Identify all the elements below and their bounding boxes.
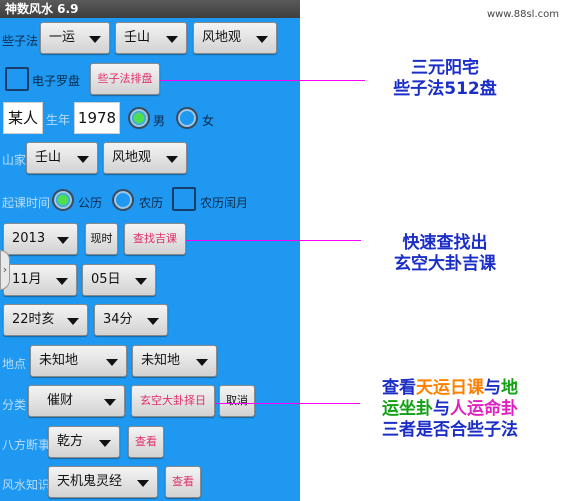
chevron-down-icon bbox=[106, 359, 118, 366]
birth-year-label: 生年 bbox=[46, 113, 71, 127]
hour-value: 22时亥 bbox=[12, 312, 55, 327]
shan-select[interactable]: 壬山 bbox=[115, 22, 187, 54]
direction-value: 乾方 bbox=[57, 434, 84, 449]
category-value: 催财 bbox=[47, 393, 74, 408]
leap-month-label: 农历闰月 bbox=[200, 196, 249, 210]
category-select[interactable]: 催财 bbox=[28, 385, 125, 417]
lunar-radio[interactable] bbox=[112, 189, 134, 211]
compass-checkbox[interactable] bbox=[5, 67, 29, 91]
month-value: 11月 bbox=[12, 272, 42, 287]
book-view-button[interactable]: 查看 bbox=[165, 466, 201, 498]
compass-label: 电子罗盘 bbox=[32, 74, 81, 88]
book-select[interactable]: 天机鬼灵经 bbox=[48, 466, 158, 498]
callout-3-c: 与 bbox=[484, 378, 501, 398]
yun-value: 一运 bbox=[49, 30, 76, 45]
shanjia-view-value: 风地观 bbox=[112, 150, 152, 165]
shanjia-label: 山家 bbox=[2, 153, 27, 167]
chevron-down-icon bbox=[57, 237, 69, 244]
day-select[interactable]: 05日 bbox=[82, 264, 156, 296]
find-auspicious-button[interactable]: 查找吉课 bbox=[124, 223, 186, 255]
view-value: 风地观 bbox=[202, 30, 242, 45]
app-panel: 些子法 一运 壬山 风地观 电子罗盘 些子法排盘 某人 生年 1978 男 女 … bbox=[0, 18, 300, 501]
callout-3-d: 地 bbox=[501, 378, 518, 398]
place2-value: 未知地 bbox=[141, 353, 181, 368]
leap-month-checkbox[interactable] bbox=[172, 187, 196, 211]
female-radio[interactable] bbox=[176, 107, 198, 129]
shanjia-value: 壬山 bbox=[35, 150, 62, 165]
callout-1-line-2: 些子法512盘 bbox=[393, 79, 497, 99]
chevron-down-icon bbox=[99, 440, 111, 447]
watermark: www.88sl.com bbox=[486, 9, 559, 20]
solar-radio[interactable] bbox=[52, 189, 74, 211]
bafang-label: 八方断事 bbox=[2, 438, 51, 452]
cancel-button[interactable]: 取消 bbox=[219, 385, 255, 417]
callout-3-g: 人运命卦 bbox=[450, 399, 518, 419]
xiezi-chart-button[interactable]: 些子法排盘 bbox=[90, 63, 160, 95]
place-label: 地点 bbox=[2, 357, 27, 371]
chevron-down-icon bbox=[67, 318, 79, 325]
callout-3-f: 与 bbox=[433, 399, 450, 419]
callout-3-e: 运坐卦 bbox=[382, 399, 433, 419]
xiezi-label: 些子法 bbox=[2, 34, 39, 48]
callout-3-b: 天运日课 bbox=[416, 378, 484, 398]
chevron-down-icon bbox=[104, 399, 116, 406]
callout-3-line-1: 查看天运日课与地 bbox=[350, 378, 550, 399]
callout-find-auspicious: 快速查找出 玄空大卦吉课 bbox=[355, 233, 535, 275]
callout-2-line-2: 玄空大卦吉课 bbox=[394, 254, 496, 274]
minute-select[interactable]: 34分 bbox=[94, 304, 168, 336]
direction-select[interactable]: 乾方 bbox=[48, 426, 120, 458]
chevron-down-icon bbox=[147, 318, 159, 325]
day-value: 05日 bbox=[91, 272, 121, 287]
callout-3-a: 查看 bbox=[382, 378, 416, 398]
yun-select[interactable]: 一运 bbox=[40, 22, 110, 54]
lunar-label: 农历 bbox=[139, 196, 164, 210]
window-title: 神数风水 6.9 bbox=[0, 0, 300, 18]
minute-value: 34分 bbox=[103, 312, 133, 327]
view-select[interactable]: 风地观 bbox=[193, 22, 277, 54]
place1-value: 未知地 bbox=[39, 353, 79, 368]
chevron-down-icon bbox=[89, 36, 101, 43]
callout-3-line-2: 运坐卦与人运命卦 bbox=[350, 399, 550, 420]
category-label: 分类 bbox=[2, 398, 27, 412]
place2-select[interactable]: 未知地 bbox=[132, 345, 217, 377]
male-label: 男 bbox=[153, 114, 166, 128]
month-select[interactable]: 11月 bbox=[3, 264, 77, 296]
chevron-down-icon bbox=[135, 278, 147, 285]
chevron-down-icon bbox=[77, 156, 89, 163]
chevron-down-icon bbox=[56, 278, 68, 285]
year-value: 2013 bbox=[12, 231, 46, 246]
shanjia-select[interactable]: 壬山 bbox=[26, 142, 98, 174]
solar-label: 公历 bbox=[78, 196, 103, 210]
female-label: 女 bbox=[202, 114, 215, 128]
callout-2-line-1: 快速查找出 bbox=[402, 233, 488, 253]
now-button[interactable]: 现时 bbox=[85, 223, 118, 255]
callout-check-three-hexagrams: 查看天运日课与地 运坐卦与人运命卦 三者是否合些子法 bbox=[350, 378, 550, 441]
side-drawer-handle[interactable]: › bbox=[0, 250, 10, 290]
start-time-label: 起课时间 bbox=[2, 196, 51, 210]
callout-pointer-1 bbox=[160, 80, 365, 81]
fengshui-knowledge-label: 风水知识 bbox=[2, 478, 51, 492]
shan-value: 壬山 bbox=[124, 30, 151, 45]
book-value: 天机鬼灵经 bbox=[57, 474, 123, 489]
chevron-down-icon bbox=[196, 359, 208, 366]
callout-3-line-3: 三者是否合些子法 bbox=[382, 420, 518, 440]
callout-pointer-2 bbox=[186, 240, 361, 241]
callout-1-line-1: 三元阳宅 bbox=[411, 58, 479, 78]
male-radio[interactable] bbox=[128, 107, 150, 129]
birth-year-input[interactable]: 1978 bbox=[74, 102, 120, 134]
place1-select[interactable]: 未知地 bbox=[30, 345, 127, 377]
chevron-down-icon bbox=[166, 156, 178, 163]
xuankong-select-date-button[interactable]: 玄空大卦择日 bbox=[131, 385, 215, 417]
chevron-down-icon bbox=[256, 36, 268, 43]
chevron-down-icon bbox=[137, 480, 149, 487]
callout-pointer-3 bbox=[215, 403, 360, 404]
name-input[interactable]: 某人 bbox=[3, 102, 43, 134]
chevron-down-icon bbox=[166, 36, 178, 43]
direction-view-button[interactable]: 查看 bbox=[128, 426, 164, 458]
year-select[interactable]: 2013 bbox=[3, 223, 78, 255]
callout-xiezi-chart: 三元阳宅 些子法512盘 bbox=[355, 58, 535, 100]
shanjia-view-select[interactable]: 风地观 bbox=[103, 142, 187, 174]
hour-select[interactable]: 22时亥 bbox=[3, 304, 88, 336]
